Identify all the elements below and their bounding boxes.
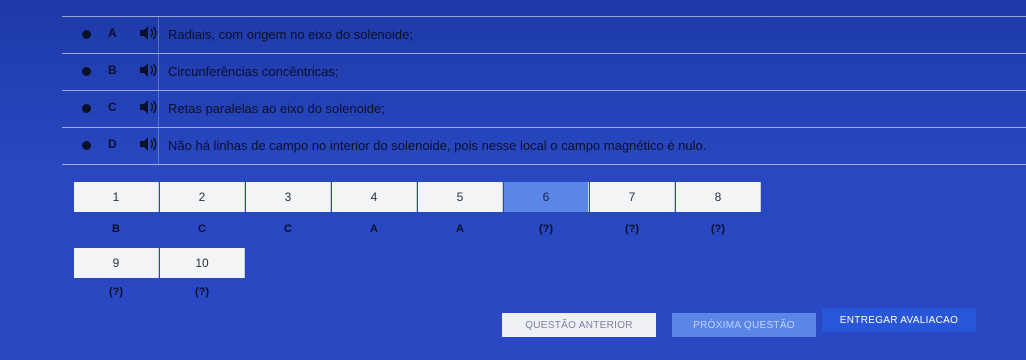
answer-5: A: [456, 223, 464, 235]
question-box-5[interactable]: 5: [418, 182, 503, 212]
answer-9: (?): [108, 286, 124, 298]
option-text[interactable]: Circunferências concêntricas;: [168, 64, 339, 79]
question-box-9[interactable]: 9: [74, 248, 159, 278]
answer-8: (?): [710, 223, 726, 235]
option-d[interactable]: D Não há linhas de campo no interior do …: [62, 127, 1026, 165]
option-a[interactable]: A Radiais, com origem no eixo do solenoi…: [62, 16, 1026, 53]
answer-6: (?): [538, 223, 554, 235]
answer-10: (?): [194, 286, 210, 298]
option-letter: A: [108, 26, 117, 40]
next-question-button[interactable]: PRÓXIMA QUESTÃO: [672, 313, 816, 337]
question-box-4[interactable]: 4: [332, 182, 417, 212]
question-box-7[interactable]: 7: [590, 182, 675, 212]
speaker-icon[interactable]: [138, 62, 158, 78]
answer-options: A Radiais, com origem no eixo do solenoi…: [62, 16, 1026, 165]
divider: [158, 128, 159, 164]
previous-question-button[interactable]: QUESTÃO ANTERIOR: [502, 313, 656, 337]
answer-3: C: [284, 223, 292, 235]
option-b[interactable]: B Circunferências concêntricas;: [62, 53, 1026, 90]
radio-icon[interactable]: [82, 141, 91, 150]
question-box-10[interactable]: 10: [160, 248, 245, 278]
option-letter: C: [108, 100, 117, 114]
option-text[interactable]: Retas paralelas ao eixo do solenoide;: [168, 101, 385, 116]
answer-1: B: [112, 223, 120, 235]
speaker-icon[interactable]: [138, 136, 158, 152]
divider: [158, 17, 159, 53]
answer-7: (?): [624, 223, 640, 235]
option-letter: D: [108, 137, 117, 151]
question-box-1[interactable]: 1: [74, 182, 159, 212]
question-box-8[interactable]: 8: [676, 182, 761, 212]
speaker-icon[interactable]: [138, 99, 158, 115]
speaker-icon[interactable]: [138, 25, 158, 41]
divider: [158, 91, 159, 127]
radio-icon[interactable]: [82, 30, 91, 39]
radio-icon[interactable]: [82, 104, 91, 113]
answer-4: A: [370, 223, 378, 235]
option-text[interactable]: Radiais, com origem no eixo do solenoide…: [168, 27, 413, 42]
option-text[interactable]: Não há linhas de campo no interior do so…: [168, 138, 706, 153]
option-c[interactable]: C Retas paralelas ao eixo do solenoide;: [62, 90, 1026, 127]
answer-2: C: [198, 223, 206, 235]
question-box-2[interactable]: 2: [160, 182, 245, 212]
question-box-3[interactable]: 3: [246, 182, 331, 212]
submit-evaluation-button[interactable]: ENTREGAR AVALIACAO: [822, 308, 976, 332]
divider: [158, 54, 159, 90]
radio-icon[interactable]: [82, 67, 91, 76]
option-letter: B: [108, 63, 117, 77]
question-box-6-current[interactable]: 6: [504, 182, 589, 212]
